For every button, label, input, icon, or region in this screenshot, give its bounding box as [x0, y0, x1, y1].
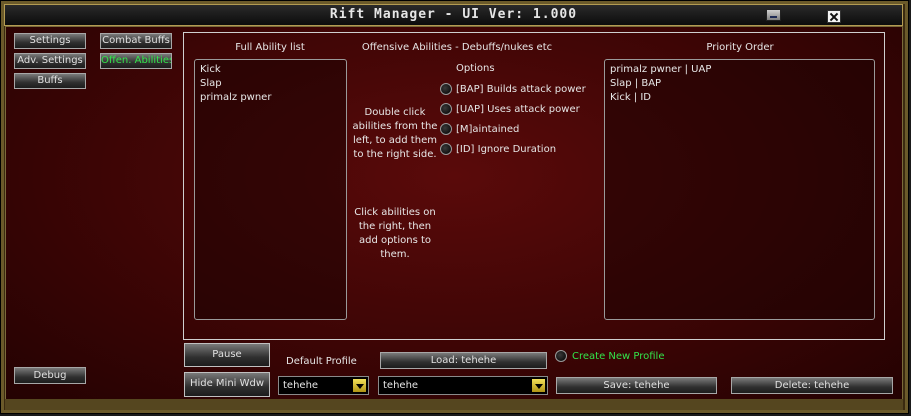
nav-offen-abilities-button[interactable]: Offen. Abilities	[100, 53, 172, 69]
title-bar[interactable]: Rift Manager - UI Ver: 1.000	[4, 4, 903, 26]
help-line: the right, then	[358, 221, 432, 232]
profile-select[interactable]: tehehe	[378, 376, 548, 395]
help-line: Click abilities on	[354, 207, 436, 218]
nav-buffs-button[interactable]: Buffs	[14, 73, 86, 89]
option-maintained-label: [M]aintained	[456, 124, 520, 135]
help-line: abilities from the	[352, 121, 438, 132]
nav-adv-settings-button[interactable]: Adv. Settings	[14, 53, 86, 69]
help-text-options: Click abilities on the right, then add o…	[350, 206, 440, 262]
priority-order-list[interactable]: primalz pwner | UAP Slap | BAP Kick | ID	[604, 59, 875, 320]
window-bottom-border	[5, 399, 903, 410]
list-item[interactable]: Kick	[200, 63, 341, 77]
help-line: add options to	[358, 235, 432, 246]
option-ignore-duration-label: [ID] Ignore Duration	[456, 144, 557, 155]
chevron-down-icon[interactable]	[531, 378, 546, 393]
help-line: to the right side.	[353, 149, 437, 160]
minimize-icon[interactable]	[766, 9, 781, 21]
default-profile-label: Default Profile	[286, 356, 357, 367]
chevron-down-icon[interactable]	[352, 378, 367, 393]
option-uap-label: [UAP] Uses attack power	[456, 104, 580, 115]
list-item[interactable]: Slap	[200, 77, 341, 91]
priority-header: Priority Order	[706, 42, 774, 53]
list-item[interactable]: Kick | ID	[610, 91, 869, 105]
hide-mini-window-button[interactable]: Hide Mini Wdw	[184, 372, 270, 397]
help-line: Double click	[364, 107, 426, 118]
help-text-add: Double click abilities from the left, to…	[350, 106, 440, 162]
option-bap-label: [BAP] Builds attack power	[456, 84, 586, 95]
nav-combat-buffs-button[interactable]: Combat Buffs	[100, 33, 172, 49]
delete-profile-button[interactable]: Delete: tehehe	[731, 377, 893, 394]
option-uap-radio[interactable]	[440, 103, 452, 115]
options-label: Options	[456, 63, 495, 74]
profile-value: tehehe	[383, 380, 419, 391]
section-title: Offensive Abilities - Debuffs/nukes etc	[361, 42, 553, 53]
default-profile-value: tehehe	[283, 380, 319, 391]
default-profile-select[interactable]: tehehe	[278, 376, 369, 395]
full-list-header: Full Ability list	[235, 42, 305, 53]
help-line: them.	[380, 249, 410, 260]
option-maintained-radio[interactable]	[440, 123, 452, 135]
create-new-profile-radio[interactable]	[555, 350, 567, 362]
debug-button[interactable]: Debug	[14, 367, 86, 384]
help-line: left, to add them	[353, 135, 437, 146]
full-ability-list[interactable]: Kick Slap primalz pwner	[194, 59, 347, 320]
list-item[interactable]: Slap | BAP	[610, 77, 869, 91]
save-profile-button[interactable]: Save: tehehe	[556, 377, 717, 394]
nav-settings-button[interactable]: Settings	[14, 33, 86, 49]
list-item[interactable]: primalz pwner | UAP	[610, 63, 869, 77]
pause-button[interactable]: Pause	[184, 343, 270, 367]
load-profile-button[interactable]: Load: tehehe	[380, 352, 547, 369]
close-icon[interactable]	[827, 10, 841, 23]
option-ignore-duration-radio[interactable]	[440, 143, 452, 155]
create-new-profile-label[interactable]: Create New Profile	[572, 351, 665, 362]
option-bap-radio[interactable]	[440, 83, 452, 95]
list-item[interactable]: primalz pwner	[200, 91, 341, 105]
